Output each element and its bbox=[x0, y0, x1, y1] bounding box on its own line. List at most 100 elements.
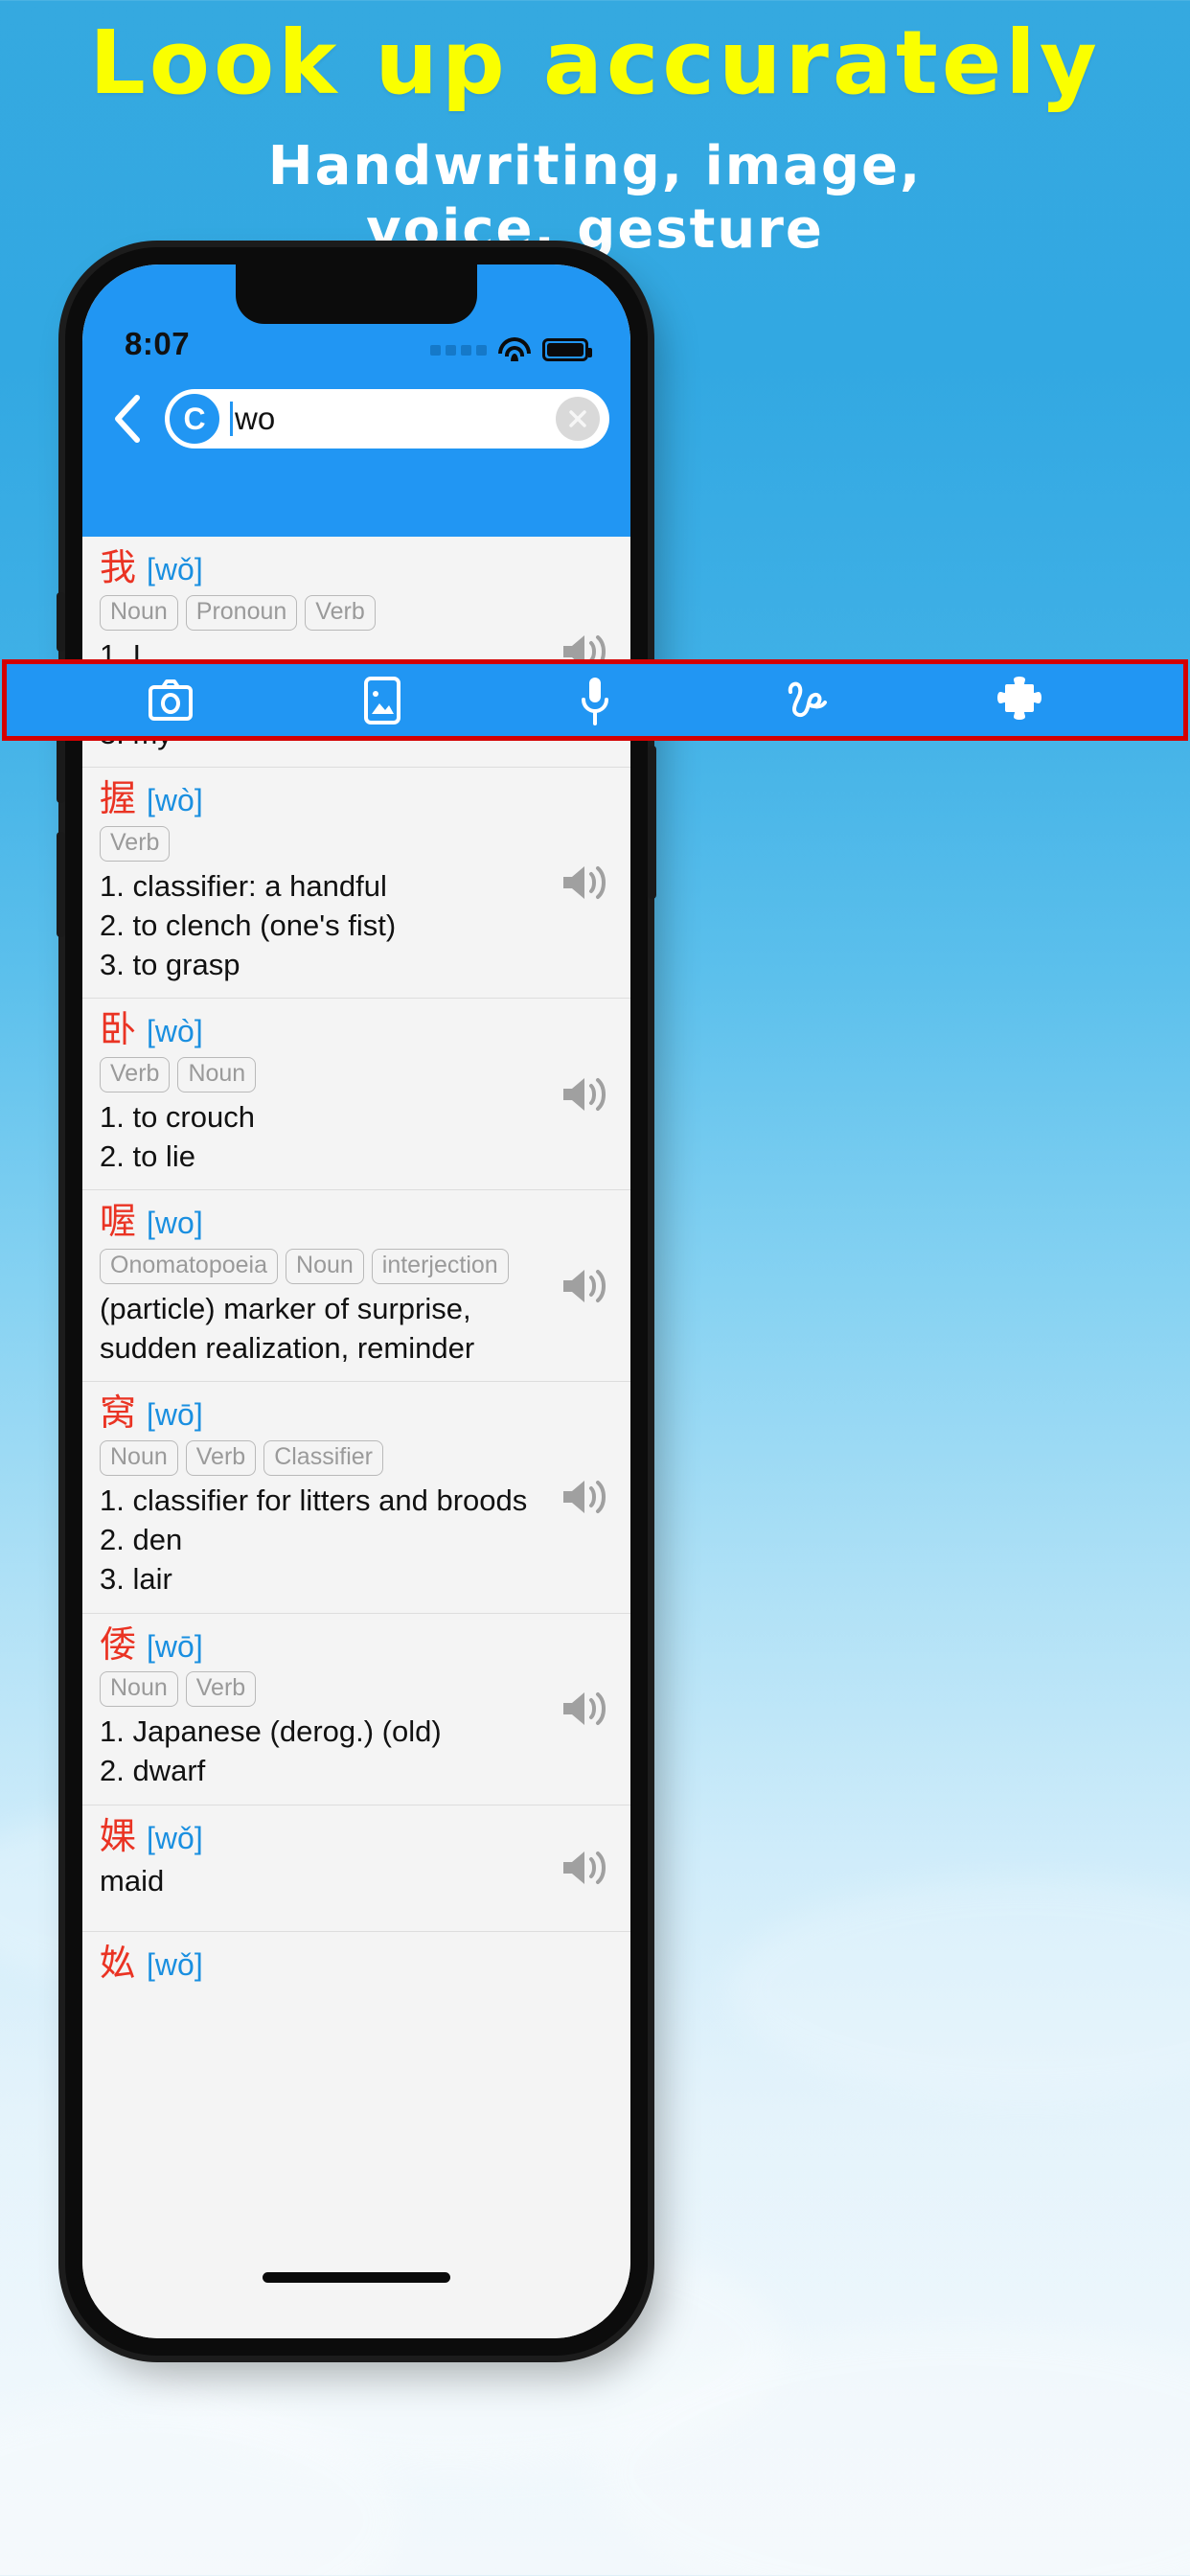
entry-definitions: 1. classifier for litters and broods 2. … bbox=[100, 1481, 609, 1599]
signal-dots-icon bbox=[430, 344, 487, 356]
text-caret bbox=[230, 402, 233, 436]
entry-tag-list: Noun Verb Classifier bbox=[100, 1440, 609, 1476]
dictionary-entry[interactable]: 倭 [wō] Noun Verb 1. Japanese (derog.) (o… bbox=[82, 1613, 630, 1806]
entry-definition: 2. to lie bbox=[100, 1139, 195, 1174]
status-bar: 8:07 bbox=[82, 264, 630, 372]
entry-definition: 2. den bbox=[100, 1523, 183, 1557]
phone-mockup: 8:07 C wo 我 [wǒ] Noun Pronoun Verb 1. I … bbox=[57, 247, 656, 2356]
entry-definition: 1. classifier: a handful bbox=[100, 868, 387, 903]
entry-tag: Pronoun bbox=[185, 594, 298, 631]
close-circle-icon[interactable] bbox=[556, 397, 600, 441]
entry-definition: 3. lair bbox=[100, 1562, 172, 1597]
entry-pinyin: [wǒ] bbox=[147, 552, 203, 586]
dictionary-results-list[interactable]: 我 [wǒ] Noun Pronoun Verb 1. I 2. me 3. m… bbox=[82, 537, 630, 2338]
entry-tag: Verb bbox=[305, 594, 376, 631]
entry-definitions: 1. Japanese (derog.) (old) 2. dwarf bbox=[100, 1712, 609, 1790]
speaker-icon[interactable] bbox=[560, 1687, 609, 1731]
entry-hanzi: 喔 bbox=[100, 1200, 137, 1243]
speaker-icon[interactable] bbox=[560, 1072, 609, 1116]
search-bar: C wo bbox=[82, 372, 630, 466]
home-indicator[interactable] bbox=[263, 2272, 450, 2283]
entry-pinyin: [wǒ] bbox=[147, 1946, 203, 1982]
entry-tag: Verb bbox=[100, 1057, 171, 1092]
entry-definitions: 1. to crouch 2. to lie bbox=[100, 1097, 609, 1176]
image-icon[interactable] bbox=[214, 472, 281, 531]
entry-definition: 2. dwarf bbox=[100, 1754, 206, 1788]
entry-definition: (particle) marker of surprise, sudden re… bbox=[100, 1291, 475, 1366]
status-bar-indicators bbox=[430, 337, 592, 362]
input-method-toolbar-highlighted bbox=[7, 664, 1183, 736]
language-badge[interactable]: C bbox=[168, 392, 221, 446]
battery-full-icon bbox=[542, 338, 592, 361]
entry-tag: Noun bbox=[177, 1057, 257, 1092]
entry-hanzi: 婐 bbox=[100, 1814, 137, 1857]
entry-definition: maid bbox=[100, 1864, 165, 1898]
phone-notch bbox=[236, 264, 477, 324]
toolbar-highlight-callout bbox=[2, 659, 1188, 741]
entry-tag: Verb bbox=[185, 1671, 257, 1708]
entry-tag: Noun bbox=[286, 1249, 364, 1284]
entry-tag: Classifier bbox=[263, 1440, 383, 1476]
image-icon[interactable] bbox=[336, 662, 428, 739]
search-input-value[interactable]: wo bbox=[235, 401, 556, 437]
entry-definition: 3. to grasp bbox=[100, 948, 240, 982]
dictionary-entry[interactable]: 婐 [wǒ] maid bbox=[82, 1805, 630, 1932]
promo-subheadline: Handwriting, image, voice, gesture bbox=[0, 135, 1190, 262]
phone-mute-switch bbox=[57, 592, 65, 652]
back-chevron-icon[interactable] bbox=[98, 389, 157, 448]
entry-header: 卧 [wò] bbox=[100, 1010, 609, 1050]
entry-pinyin: [wǒ] bbox=[147, 1820, 203, 1855]
camera-icon[interactable] bbox=[125, 662, 217, 739]
dictionary-entry[interactable]: 窝 [wō] Noun Verb Classifier 1. classifie… bbox=[82, 1382, 630, 1614]
entry-definition: 1. Japanese (derog.) (old) bbox=[100, 1714, 442, 1749]
entry-tag: Noun bbox=[100, 1671, 178, 1708]
microphone-icon[interactable] bbox=[323, 472, 390, 531]
entry-tag: Noun bbox=[100, 594, 178, 631]
speaker-icon[interactable] bbox=[560, 1475, 609, 1519]
entry-definition: 1. to crouch bbox=[100, 1099, 255, 1134]
microphone-icon[interactable] bbox=[549, 662, 641, 739]
cloud-decoration bbox=[728, 1878, 1190, 2099]
promo-text-block: Look up accurately Handwriting, image, v… bbox=[0, 0, 1190, 263]
dictionary-entry[interactable]: 握 [wò] Verb 1. classifier: a handful 2. … bbox=[82, 768, 630, 1000]
entry-tag-list: Noun Pronoun Verb bbox=[100, 594, 609, 631]
entry-tag: Verb bbox=[100, 826, 171, 862]
dictionary-entry-partial[interactable]: 𡚸 [wǒ] bbox=[82, 1931, 630, 1984]
entry-definitions: (particle) marker of surprise, sudden re… bbox=[100, 1289, 609, 1368]
speaker-icon[interactable] bbox=[560, 1846, 609, 1890]
status-bar-time: 8:07 bbox=[125, 326, 191, 361]
wifi-icon bbox=[498, 337, 531, 362]
entry-header: 𡚸 [wǒ] bbox=[100, 1941, 609, 1984]
entry-hanzi: 窝 bbox=[100, 1392, 137, 1435]
entry-tag: Onomatopoeia bbox=[100, 1249, 279, 1284]
promo-subheadline-line1: Handwriting, image, bbox=[267, 135, 923, 198]
phone-power-button bbox=[648, 746, 656, 899]
entry-tag: interjection bbox=[371, 1249, 509, 1284]
entry-header: 握 [wò] bbox=[100, 777, 609, 820]
phone-screen: 8:07 C wo 我 [wǒ] Noun Pronoun Verb 1. I … bbox=[82, 264, 630, 2338]
entry-pinyin: [wò] bbox=[147, 783, 203, 818]
entry-tag-list: Noun Verb bbox=[100, 1671, 609, 1708]
handwriting-icon[interactable] bbox=[432, 472, 499, 531]
entry-definition: 1. classifier for litters and broods bbox=[100, 1483, 528, 1517]
entry-hanzi: 𡚸 bbox=[100, 1941, 137, 1984]
entry-hanzi: 卧 bbox=[100, 1008, 137, 1051]
speaker-icon[interactable] bbox=[560, 861, 609, 905]
search-input[interactable]: C wo bbox=[165, 389, 609, 448]
speaker-icon[interactable] bbox=[560, 1264, 609, 1308]
input-method-toolbar bbox=[82, 466, 630, 537]
puzzle-icon[interactable] bbox=[542, 472, 609, 531]
promo-headline: Look up accurately bbox=[89, 12, 1101, 114]
entry-pinyin: [wō] bbox=[147, 1397, 203, 1433]
entry-header: 窝 [wō] bbox=[100, 1393, 609, 1434]
handwriting-icon[interactable] bbox=[762, 662, 854, 739]
entry-tag-list: Onomatopoeia Noun interjection bbox=[100, 1249, 609, 1284]
phone-volume-down bbox=[57, 832, 65, 937]
dictionary-entry[interactable]: 喔 [wo] Onomatopoeia Noun interjection (p… bbox=[82, 1190, 630, 1383]
entry-hanzi: 握 bbox=[100, 777, 137, 820]
entry-definition: 2. to clench (one's fist) bbox=[100, 908, 397, 942]
camera-icon[interactable] bbox=[103, 472, 171, 531]
puzzle-icon[interactable] bbox=[973, 662, 1065, 739]
entry-tag: Verb bbox=[185, 1440, 257, 1476]
dictionary-entry[interactable]: 卧 [wò] Verb Noun 1. to crouch 2. to lie bbox=[82, 999, 630, 1191]
